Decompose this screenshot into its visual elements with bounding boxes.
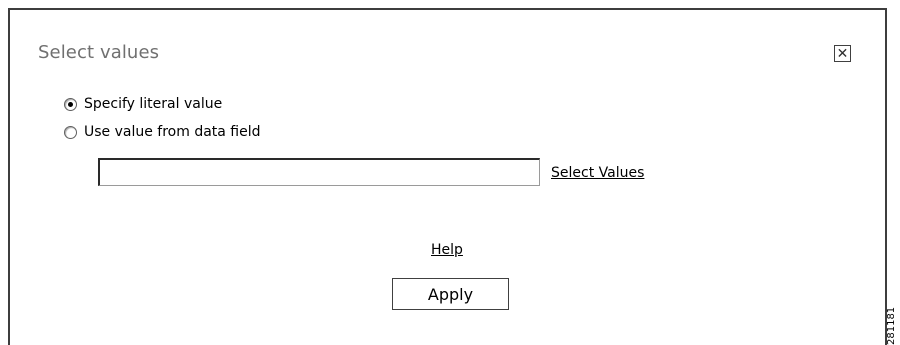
radio-data-field[interactable] <box>64 125 77 139</box>
close-symbol: ✕ <box>836 45 849 62</box>
page: Select values ✕ Specify literal value Us… <box>0 0 900 345</box>
select-values-dialog: Select values ✕ Specify literal value Us… <box>8 8 887 345</box>
option-literal-value[interactable]: Specify literal value <box>64 96 222 112</box>
select-values-link[interactable]: Select Values <box>551 165 644 181</box>
dialog-title: Select values <box>38 42 160 63</box>
option-data-field[interactable]: Use value from data field <box>64 124 261 140</box>
radio-literal-value[interactable] <box>64 97 77 111</box>
value-input[interactable] <box>98 158 540 186</box>
option-data-field-label: Use value from data field <box>84 124 261 140</box>
close-icon[interactable]: ✕ <box>834 45 851 62</box>
apply-button[interactable]: Apply <box>392 278 509 310</box>
help-link[interactable]: Help <box>431 242 463 258</box>
figure-id: 281181 <box>886 306 897 345</box>
option-literal-label: Specify literal value <box>84 96 223 112</box>
